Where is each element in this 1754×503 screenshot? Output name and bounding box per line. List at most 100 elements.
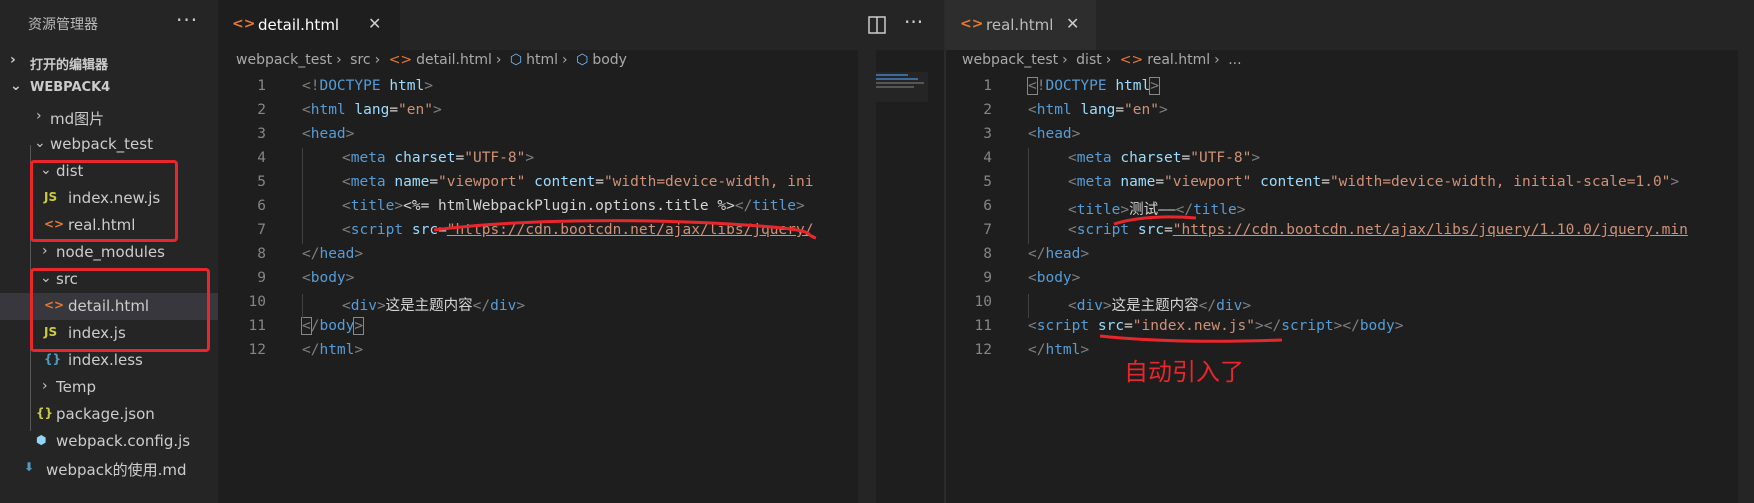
code-line[interactable]: <div>这是主题内容</div> [1068,294,1251,315]
tree-item-package-json[interactable]: {} package.json [0,401,218,428]
code-line[interactable]: <div>这是主题内容</div> [342,294,525,315]
tab-detail-html[interactable]: <> detail.html ✕ [218,0,400,50]
breadcrumb-item[interactable]: detail.html [416,52,492,68]
breadcrumb-item[interactable]: dist [1076,52,1102,68]
less-file-icon: {} [44,352,61,366]
code-line[interactable]: <meta charset="UTF-8"> [1068,150,1260,166]
line-number: 8 [952,246,992,262]
line-number: 2 [226,102,266,118]
chevron-right-icon: › [1106,52,1112,68]
chevron-down-icon: ⌄ [10,78,22,94]
breadcrumb-item[interactable]: body [592,52,627,68]
webpack-cube-icon: ⬢ [36,433,46,447]
chevron-right-icon: › [42,378,48,394]
chevron-right-icon: › [36,108,42,124]
chevron-right-icon: › [562,52,568,68]
chevron-right-icon: › [496,52,502,68]
workspace-label: WEBPACK4 [30,80,110,95]
annotation-text: 自动引入了 [1124,352,1244,387]
code-line[interactable]: </head> [302,246,363,262]
close-icon[interactable]: ✕ [1066,14,1079,33]
tab-real-html[interactable]: <> real.html ✕ [946,0,1096,50]
workspace-section[interactable]: ⌄ WEBPACK4 [0,76,218,100]
code-line[interactable]: <head> [302,126,354,142]
red-underline-annotation [430,212,820,240]
line-number: 2 [952,102,992,118]
line-number: 7 [952,222,992,238]
more-actions-icon[interactable]: ··· [904,10,923,34]
code-line[interactable]: <!DOCTYPE html> [302,78,433,94]
more-actions-icon[interactable]: ··· [176,8,198,32]
chevron-right-icon: › [1062,52,1068,68]
scrollbar[interactable] [858,50,876,503]
line-number: 1 [952,78,992,94]
code-line[interactable]: <meta charset="UTF-8"> [342,150,534,166]
breadcrumb-item[interactable]: html [526,52,558,68]
red-underline-annotation [1096,332,1286,346]
indent-guide [302,148,303,244]
cube-symbol-icon: ⬡ [576,52,588,68]
code-line[interactable]: <html lang="en"> [1028,102,1168,118]
line-number: 12 [952,342,992,358]
code-line[interactable]: <body> [302,270,354,286]
line-number: 12 [226,342,266,358]
close-icon[interactable]: ✕ [368,14,381,33]
scrollbar[interactable] [1738,50,1754,503]
tree-item-node-modules[interactable]: › node_modules [0,239,218,266]
code-line[interactable]: </html> [302,342,363,358]
tree-item-temp[interactable]: › Temp [0,374,218,401]
split-editor-icon[interactable] [868,16,886,34]
tree-item-md-images[interactable]: › md图片 [0,104,218,131]
line-number: 5 [952,174,992,190]
html-file-icon: <> [960,16,983,32]
tree-item-label: Temp [56,378,96,396]
line-number: 6 [952,198,992,214]
code-line[interactable]: <meta name="viewport" content="width=dev… [1068,174,1679,190]
code-line[interactable]: <body> [1028,270,1080,286]
code-line[interactable]: </html> [1028,342,1089,358]
breadcrumb-item[interactable]: src [350,52,370,68]
breadcrumb-item[interactable]: real.html [1147,52,1210,68]
code-line[interactable]: <html lang="en"> [302,102,442,118]
open-editors-section[interactable]: › 打开的编辑器 [0,50,218,74]
breadcrumb-item[interactable]: ... [1228,52,1241,68]
line-number: 5 [226,174,266,190]
tree-item-label: webpack.config.js [56,432,190,450]
tab-label: real.html [986,16,1053,34]
line-number: 3 [226,126,266,142]
code-line[interactable]: <head> [1028,126,1080,142]
line-number: 3 [952,126,992,142]
line-number: 6 [226,198,266,214]
indent-guide [1028,148,1029,244]
editor-divider[interactable] [944,0,946,503]
tree-item-webpack-config[interactable]: ⬢ webpack.config.js [0,428,218,455]
chevron-down-icon: ⌄ [34,135,46,151]
html-file-icon: <> [232,16,255,32]
line-number: 11 [226,318,266,334]
html-file-icon: <> [389,52,412,68]
left-tab-bar: <> detail.html ✕ ··· [218,0,944,50]
code-line[interactable]: <!DOCTYPE html> [1028,78,1159,94]
breadcrumb: webpack_test› dist› <>real.html› ... [962,52,1246,74]
highlight-box-dist [30,160,178,242]
line-number: 9 [226,270,266,286]
code-line[interactable]: </head> [1028,246,1089,262]
chevron-right-icon: › [336,52,342,68]
breadcrumb-item[interactable]: webpack_test [962,52,1058,68]
cube-symbol-icon: ⬡ [510,52,522,68]
chevron-right-icon: › [1214,52,1220,68]
tree-item-label: package.json [56,405,155,423]
explorer-sidebar: 资源管理器 ··· › 打开的编辑器 ⌄ WEBPACK4 › md图片 ⌄ w… [0,0,218,503]
line-number: 11 [952,318,992,334]
tree-item-label: webpack_test [50,135,153,153]
tree-item-webpack-md[interactable]: ⬇ webpack的使用.md [0,455,218,482]
breadcrumb-item[interactable]: webpack_test [236,52,332,68]
line-number: 1 [226,78,266,94]
chevron-right-icon: › [10,52,16,68]
code-line[interactable]: </body> [302,318,363,334]
explorer-title: 资源管理器 [28,14,98,34]
indent-guide [1028,294,1029,318]
code-line[interactable]: <meta name="viewport" content="width=dev… [342,174,813,190]
tree-item-webpack-test[interactable]: ⌄ webpack_test [0,131,218,158]
tree-item-label: index.less [68,351,143,369]
